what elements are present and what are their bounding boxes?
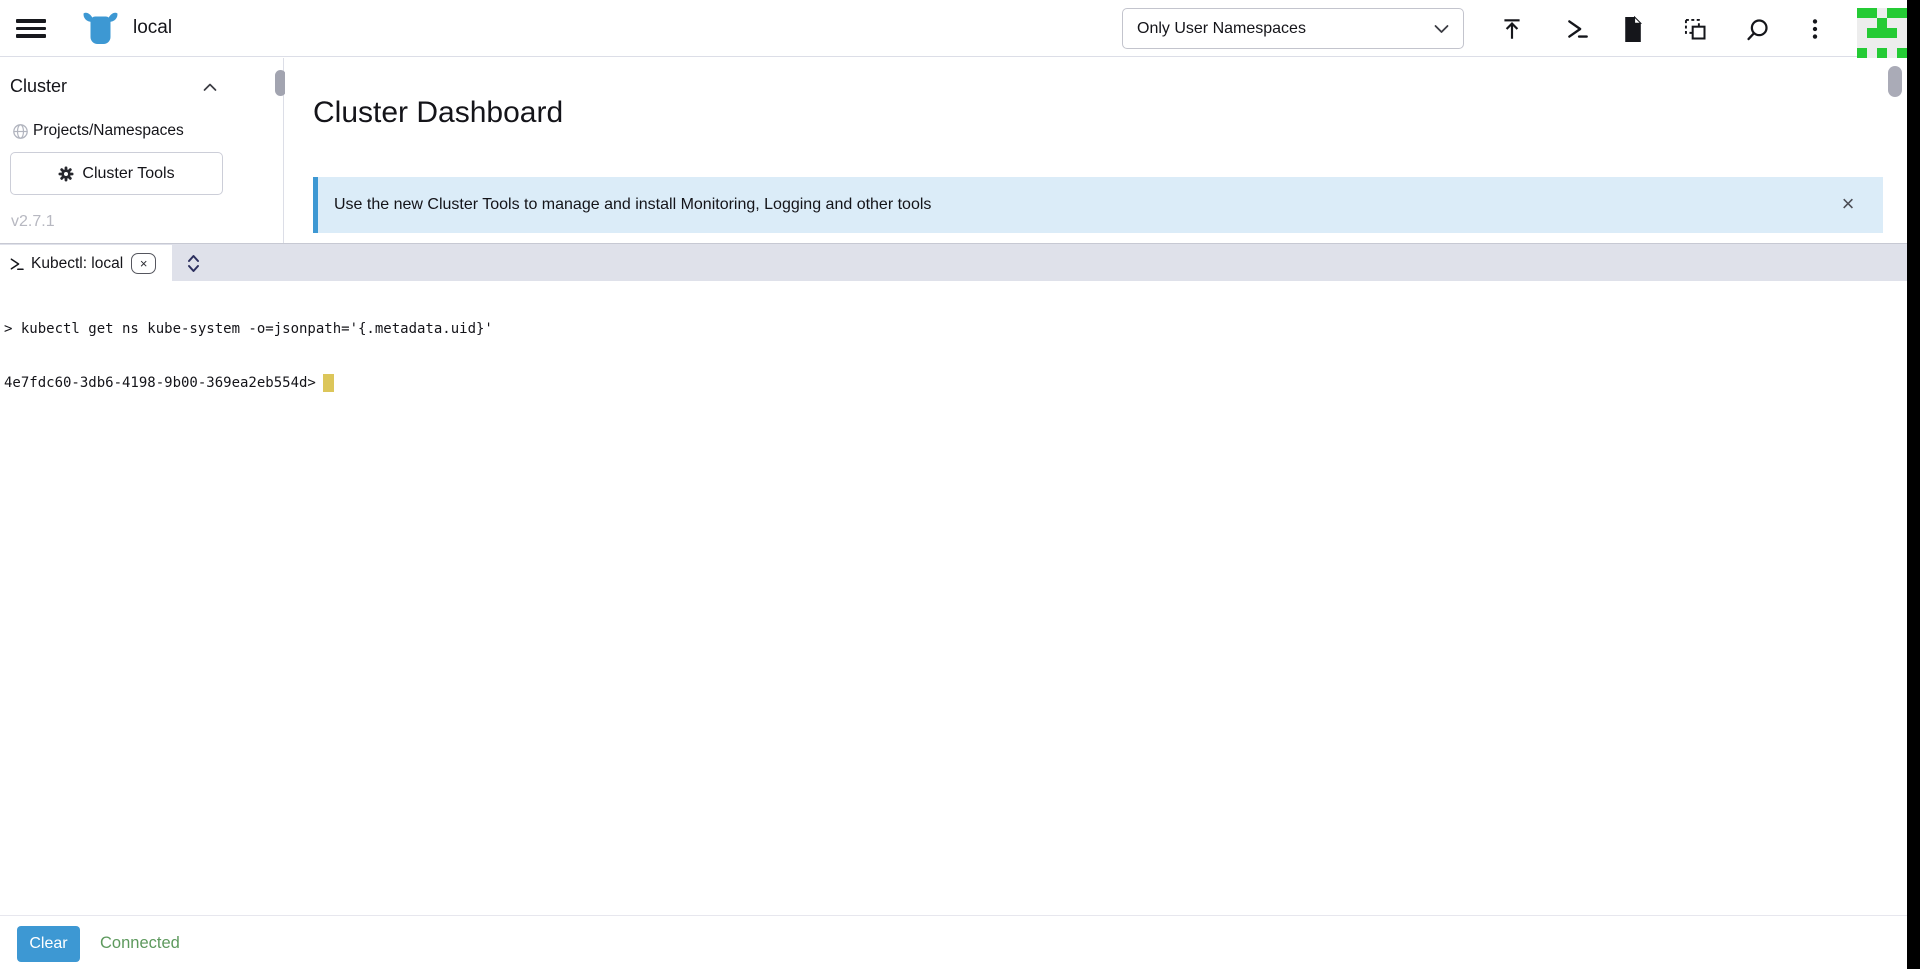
avatar-pixel bbox=[1897, 18, 1907, 28]
namespace-filter-select[interactable]: Only User Namespaces bbox=[1122, 8, 1464, 49]
terminal-prompt-icon bbox=[1565, 16, 1591, 42]
avatar-pixel bbox=[1867, 8, 1877, 18]
globe-icon bbox=[13, 124, 28, 139]
connection-status: Connected bbox=[100, 934, 180, 953]
file-icon bbox=[1620, 16, 1645, 43]
copy-kubeconfig-button[interactable] bbox=[1678, 12, 1712, 46]
avatar-pixel bbox=[1877, 48, 1887, 58]
sidebar-section-cluster[interactable]: Cluster bbox=[0, 76, 284, 102]
info-banner: Use the new Cluster Tools to manage and … bbox=[313, 177, 1883, 233]
avatar-pixel bbox=[1877, 28, 1887, 38]
banner-close-button[interactable]: × bbox=[1833, 189, 1863, 219]
upload-icon bbox=[1499, 16, 1525, 42]
gear-icon bbox=[58, 166, 74, 182]
tab-close-button[interactable]: × bbox=[131, 253, 156, 274]
avatar-pixel bbox=[1857, 28, 1867, 38]
clear-button[interactable]: Clear bbox=[17, 926, 80, 962]
terminal-cursor bbox=[323, 374, 334, 392]
avatar-pixel bbox=[1897, 28, 1907, 38]
main-panel: Cluster Dashboard Use the new Cluster To… bbox=[285, 58, 1907, 243]
sidebar-item-projects-namespaces[interactable]: Projects/Namespaces bbox=[0, 118, 240, 146]
avatar-pixel bbox=[1877, 38, 1887, 48]
avatar-pixel bbox=[1897, 38, 1907, 48]
avatar-pixel bbox=[1867, 38, 1877, 48]
avatar-pixel bbox=[1897, 8, 1907, 18]
avatar-pixel bbox=[1857, 18, 1867, 28]
avatar-pixel bbox=[1887, 18, 1897, 28]
rancher-app: local Only User Namespaces bbox=[0, 0, 1920, 969]
sidebar-section-label: Cluster bbox=[10, 76, 67, 97]
kubectl-tab[interactable]: Kubectl: local × bbox=[0, 245, 172, 282]
cluster-tools-button[interactable]: Cluster Tools bbox=[10, 152, 223, 195]
avatar-pixel bbox=[1877, 18, 1887, 28]
menu-button[interactable] bbox=[16, 19, 46, 38]
namespace-filter-value: Only User Namespaces bbox=[1137, 20, 1434, 38]
hamburger-icon bbox=[16, 34, 46, 38]
rancher-logo-icon[interactable] bbox=[82, 11, 119, 46]
page-title: Cluster Dashboard bbox=[313, 96, 563, 130]
drawer-resize-button[interactable] bbox=[180, 249, 206, 277]
terminal-line: > kubectl get ns kube-system -o=jsonpath… bbox=[4, 320, 1907, 338]
avatar-pixel bbox=[1897, 48, 1907, 58]
avatar-pixel bbox=[1887, 8, 1897, 18]
avatar-pixel bbox=[1857, 48, 1867, 58]
copy-icon bbox=[1682, 16, 1709, 43]
sidebar-item-label: Projects/Namespaces bbox=[33, 122, 184, 140]
avatar-pixel bbox=[1857, 8, 1867, 18]
drawer-footer: Clear Connected bbox=[0, 915, 1907, 969]
avatar-pixel bbox=[1887, 48, 1897, 58]
kubeconfig-file-button[interactable] bbox=[1615, 12, 1649, 46]
kubectl-drawer: Kubectl: local × > kubectl get ns kube-s… bbox=[0, 243, 1907, 969]
cluster-sidebar: Cluster Projects/Namespaces bbox=[0, 58, 284, 243]
chevron-up-icon bbox=[203, 83, 217, 92]
cluster-tools-label: Cluster Tools bbox=[82, 165, 174, 183]
screen-edge-strip bbox=[1907, 0, 1920, 969]
info-banner-text: Use the new Cluster Tools to manage and … bbox=[334, 196, 931, 214]
avatar-pixel bbox=[1867, 48, 1877, 58]
avatar-pixel bbox=[1857, 38, 1867, 48]
import-yaml-button[interactable] bbox=[1495, 12, 1529, 46]
avatar-pixel bbox=[1887, 28, 1897, 38]
app-header: local Only User Namespaces bbox=[0, 0, 1907, 57]
main-scrollbar-thumb[interactable] bbox=[1888, 66, 1902, 97]
avatar-pixel bbox=[1887, 38, 1897, 48]
version-label: v2.7.1 bbox=[11, 213, 55, 231]
kubectl-terminal[interactable]: > kubectl get ns kube-system -o=jsonpath… bbox=[0, 281, 1907, 915]
cluster-name: local bbox=[133, 17, 172, 39]
kubectl-shell-button[interactable] bbox=[1561, 12, 1595, 46]
kubectl-tab-label: Kubectl: local bbox=[31, 255, 123, 273]
drawer-tabbar: Kubectl: local × bbox=[0, 243, 1907, 281]
user-avatar[interactable] bbox=[1857, 8, 1907, 58]
chevron-down-icon bbox=[1434, 24, 1449, 34]
kebab-menu-icon bbox=[1802, 16, 1828, 42]
header-kebab-menu-button[interactable] bbox=[1798, 12, 1832, 46]
hamburger-icon bbox=[16, 19, 46, 23]
resize-handle-icon bbox=[187, 254, 200, 273]
avatar-pixel bbox=[1867, 28, 1877, 38]
avatar-pixel bbox=[1867, 18, 1877, 28]
search-icon bbox=[1744, 16, 1771, 43]
avatar-pixel bbox=[1877, 8, 1887, 18]
terminal-line: 4e7fdc60-3db6-4198-9b00-369ea2eb554d> bbox=[4, 374, 1907, 392]
terminal-prompt-icon bbox=[9, 256, 25, 272]
search-button[interactable] bbox=[1740, 12, 1774, 46]
hamburger-icon bbox=[16, 27, 46, 31]
